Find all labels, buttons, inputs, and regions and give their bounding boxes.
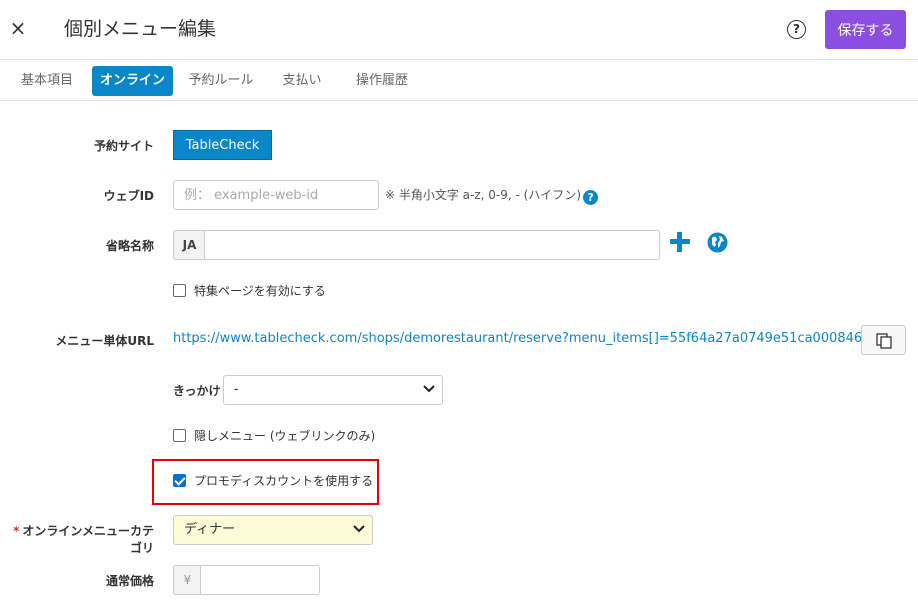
copy-button[interactable] bbox=[861, 325, 906, 355]
feature-page-checkbox[interactable] bbox=[173, 284, 186, 297]
promo-discount-checkbox[interactable] bbox=[173, 474, 186, 487]
short-name-input[interactable] bbox=[204, 230, 660, 260]
online-category-value: ディナー bbox=[184, 522, 236, 537]
chevron-down-icon bbox=[423, 385, 435, 393]
promo-discount-text: プロモディスカウントを使用する bbox=[194, 474, 374, 488]
tab-history[interactable]: 操作履歴 bbox=[344, 66, 420, 96]
tab-bar: 基本項目 オンライン 予約ルール 支払い 操作履歴 bbox=[0, 61, 918, 101]
globe-icon[interactable] bbox=[707, 232, 728, 253]
hidden-menu-text: 隠しメニュー (ウェブリンクのみ) bbox=[194, 429, 376, 443]
copy-icon bbox=[876, 333, 892, 349]
trigger-label: きっかけ bbox=[173, 384, 221, 398]
top-bar: × 個別メニュー編集 ? 保存する bbox=[0, 0, 918, 60]
web-id-input[interactable] bbox=[173, 180, 379, 210]
hidden-menu-checkbox-row[interactable]: 隠しメニュー (ウェブリンクのみ) bbox=[173, 426, 376, 446]
trigger-value: - bbox=[234, 382, 239, 397]
plus-icon[interactable] bbox=[669, 231, 691, 253]
online-category-select[interactable]: ディナー bbox=[173, 515, 373, 545]
feature-page-checkbox-row[interactable]: 特集ページを有効にする bbox=[173, 281, 373, 301]
reserve-site-label: 予約サイト bbox=[93, 139, 154, 153]
online-category-label: * オンラインメニューカテゴリ bbox=[4, 522, 154, 556]
save-button[interactable]: 保存する bbox=[825, 10, 906, 49]
tab-reservation-rules[interactable]: 予約ルール bbox=[181, 66, 261, 96]
chevron-down-icon bbox=[353, 525, 365, 533]
tab-payment[interactable]: 支払い bbox=[272, 66, 332, 96]
help-icon[interactable]: ? bbox=[787, 20, 806, 39]
menu-url-label: メニュー単体URL bbox=[55, 334, 154, 348]
web-id-note: ※ 半角小文字 a-z, 0-9, - (ハイフン)? bbox=[385, 186, 599, 205]
tablecheck-button[interactable]: TableCheck bbox=[173, 130, 272, 160]
promo-discount-checkbox-row[interactable]: プロモディスカウントを使用する bbox=[173, 471, 373, 491]
tab-basic[interactable]: 基本項目 bbox=[9, 66, 85, 96]
required-mark: * bbox=[13, 524, 20, 538]
trigger-select[interactable]: - bbox=[223, 375, 443, 405]
feature-page-text: 特集ページを有効にする bbox=[194, 284, 326, 298]
short-name-label: 省略名称 bbox=[105, 239, 154, 253]
regular-price-input[interactable] bbox=[200, 565, 320, 595]
web-id-note-text: ※ 半角小文字 a-z, 0-9, - (ハイフン) bbox=[385, 188, 582, 202]
online-category-label-text: オンラインメニューカテゴリ bbox=[22, 524, 154, 555]
regular-price-label: 通常価格 bbox=[105, 574, 154, 588]
web-id-label: ウェブID bbox=[103, 189, 154, 203]
question-icon[interactable]: ? bbox=[583, 190, 599, 205]
close-icon[interactable]: × bbox=[8, 16, 28, 40]
hidden-menu-checkbox[interactable] bbox=[173, 429, 186, 442]
page-title: 個別メニュー編集 bbox=[64, 18, 217, 40]
menu-url-link[interactable]: https://www.tablecheck.com/shops/demores… bbox=[173, 331, 862, 346]
language-prefix: JA bbox=[173, 230, 205, 260]
tab-online[interactable]: オンライン bbox=[92, 66, 173, 96]
currency-prefix: ¥ bbox=[173, 565, 201, 595]
